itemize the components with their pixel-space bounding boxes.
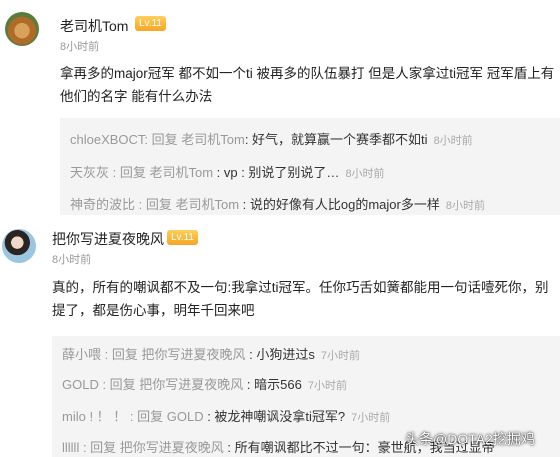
level-badge: Lv.11	[167, 230, 198, 245]
reply-author[interactable]: 天灰灰	[70, 165, 109, 180]
reply-time: 7小时前	[307, 380, 347, 392]
reply-target[interactable]: 把你写进夏夜晚风	[120, 440, 224, 455]
reply-item[interactable]: chloeXBOCT: 回复 老司机Tom: 好气，就算赢一个赛季都不如ti 8小…	[70, 129, 473, 148]
reply-time: 8小时前	[345, 168, 385, 180]
watermark: 头条@DOTA2挖掘鸡	[405, 431, 535, 447]
reply-author[interactable]: GOLD	[62, 377, 99, 392]
reply-target[interactable]: 把你写进夏夜晚风	[139, 377, 243, 392]
reply-target[interactable]: 老司机Tom	[149, 165, 213, 180]
reply-prefix: : 回复	[79, 440, 120, 455]
reply-list: chloeXBOCT: 回复 老司机Tom: 好气，就算赢一个赛季都不如ti 8小…	[60, 118, 560, 215]
reply-prefix: : 回复	[101, 347, 142, 362]
reply-item[interactable]: milo ! ！ ！ : 回复 GOLD : 被龙神嘲讽没拿ti冠军? 7小时前	[62, 406, 390, 425]
avatar[interactable]	[5, 12, 39, 46]
reply-time: 8小时前	[433, 135, 473, 147]
avatar[interactable]	[2, 229, 36, 263]
reply-content: : 暗示566	[243, 377, 302, 392]
reply-target[interactable]: GOLD	[167, 409, 204, 424]
level-badge: Lv.11	[135, 16, 166, 31]
reply-prefix: : 回复	[126, 409, 167, 424]
timestamp: 8小时前	[52, 254, 92, 266]
reply-target[interactable]: 老司机Tom	[175, 197, 239, 212]
reply-time: 8小时前	[445, 200, 485, 212]
reply-prefix: : 回复	[98, 377, 140, 392]
reply-time: 7小时前	[351, 412, 391, 424]
reply-time: 7小时前	[320, 350, 360, 362]
reply-content: : 被龙神嘲讽没拿ti冠军?	[203, 409, 346, 424]
reply-author[interactable]: milo ! ！ ！	[62, 409, 126, 424]
reply-content: : 小狗进过s	[245, 347, 315, 362]
username[interactable]: 老司机Tom	[60, 16, 128, 36]
reply-prefix: : 回复	[109, 165, 150, 180]
reply-item[interactable]: 天灰灰 : 回复 老司机Tom : vp : 别说了别说了… 8小时前	[70, 162, 385, 181]
reply-author[interactable]: llllll	[62, 440, 79, 455]
reply-item[interactable]: 神奇的波比 : 回复 老司机Tom : 说的好像有人比og的major多一样 8小…	[70, 194, 485, 213]
reply-content: : vp : 别说了别说了…	[213, 165, 340, 180]
reply-item[interactable]: GOLD : 回复 把你写进夏夜晚风 : 暗示566 7小时前	[62, 374, 347, 393]
reply-prefix: : 回复	[144, 132, 182, 147]
timestamp: 8小时前	[60, 41, 100, 53]
reply-prefix: : 回复	[135, 197, 176, 212]
username[interactable]: 把你写进夏夜晚风	[52, 229, 164, 249]
reply-item[interactable]: 薛小喂 : 回复 把你写进夏夜晚风 : 小狗进过s 7小时前	[62, 344, 360, 363]
reply-content: : 说的好像有人比og的major多一样	[239, 197, 440, 212]
reply-content: : 好气，就算赢一个赛季都不如ti	[244, 132, 428, 147]
reply-target[interactable]: 把你写进夏夜晚风	[141, 347, 245, 362]
comment-text: 拿再多的major冠军 都不如一个ti 被再多的队伍暴打 但是人家拿过ti冠军 …	[60, 66, 555, 104]
reply-target[interactable]: 老司机Tom	[181, 132, 245, 147]
comment-text: 真的，所有的嘲讽都不及一句:我拿过ti冠军。任你巧舌如簧都能用一句话噎死你，别提…	[52, 280, 549, 318]
reply-author[interactable]: 薛小喂	[62, 347, 101, 362]
reply-author[interactable]: chloeXBOCT	[70, 132, 144, 147]
reply-author[interactable]: 神奇的波比	[70, 197, 135, 212]
